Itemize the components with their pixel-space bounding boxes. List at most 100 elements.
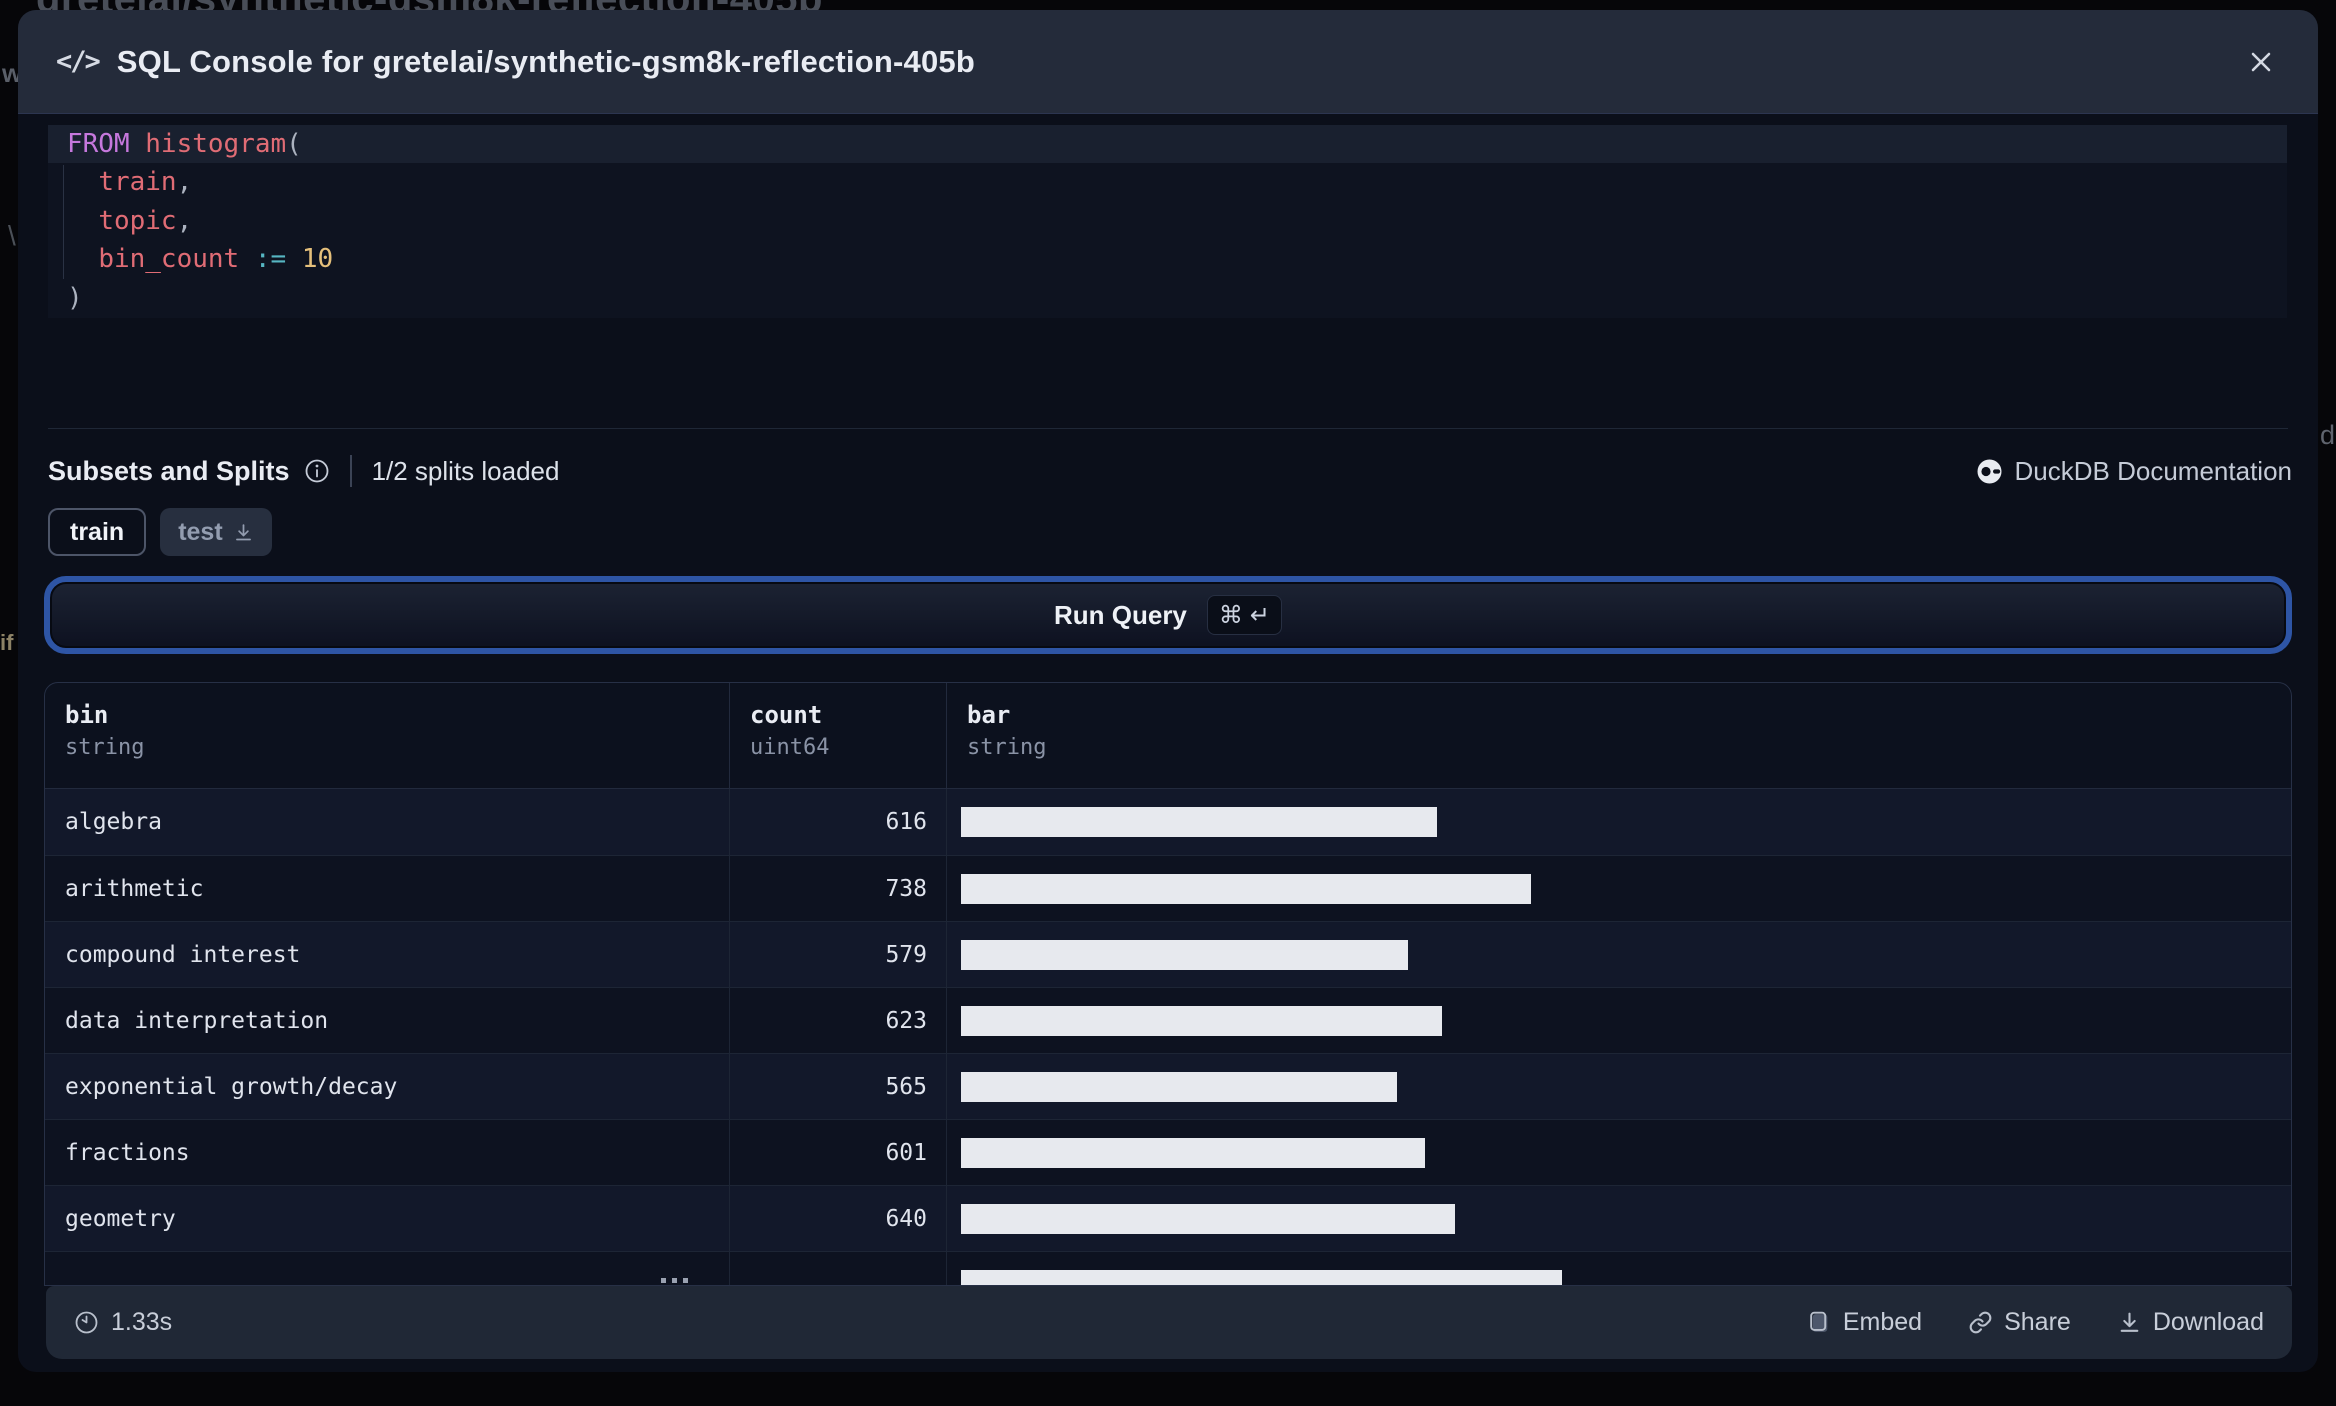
cmd-key-icon: ⌘ (1218, 601, 1243, 629)
column-type: string (65, 735, 145, 760)
action-label: Embed (1842, 1308, 1923, 1336)
splits-loaded-status: 1/2 splits loaded (371, 455, 560, 486)
bin-cell: exponential growth/decay (65, 1073, 398, 1100)
bar-rect (961, 1071, 1397, 1102)
bin-cell: compound interest (65, 941, 301, 968)
bar-cell (946, 1120, 2291, 1185)
background-text-fragment: d (2320, 420, 2336, 450)
sql-console-modal: </> SQL Console for gretelai/synthetic-g… (18, 10, 2318, 1372)
clock-icon (75, 1311, 98, 1334)
close-icon[interactable] (2244, 45, 2278, 79)
table-row: fractions 601 (45, 1119, 2291, 1185)
modal-title: SQL Console for gretelai/synthetic-gsm8k… (116, 43, 975, 79)
column-name: bin (65, 701, 109, 729)
code-line: train, (48, 163, 2287, 201)
split-label: train (70, 517, 125, 546)
keyboard-shortcut: ⌘ ↵ (1206, 595, 1283, 635)
indent-guide (63, 165, 64, 279)
query-duration: 1.33s (74, 1308, 172, 1337)
embed-button[interactable]: Embed (1807, 1308, 1922, 1337)
bar-rect (961, 1269, 1562, 1285)
bin-cell: algebra (65, 809, 162, 835)
count-cell: 616 (729, 789, 946, 855)
table-row: arithmetic 738 (45, 855, 2291, 921)
share-button[interactable]: Share (1968, 1308, 2071, 1337)
run-query-button[interactable]: Run Query ⌘ ↵ (44, 576, 2292, 654)
code-token: ( (286, 129, 302, 159)
column-header-bin: bin string (45, 683, 729, 788)
code-token: histogram (145, 129, 287, 159)
bar-rect (961, 873, 1531, 904)
splits-row: train test (48, 508, 272, 556)
clipped-count-digits (661, 1278, 688, 1283)
bar-cell (946, 789, 2291, 855)
bar-cell (946, 988, 2291, 1053)
count-cell: 601 (729, 1120, 946, 1185)
code-token: topic (98, 205, 177, 236)
split-label: test (178, 517, 223, 546)
code-line: bin_count := 10 (48, 240, 2287, 278)
bar-rect (961, 1203, 1455, 1234)
bin-cell (45, 1252, 729, 1285)
download-button[interactable]: Download (2117, 1308, 2264, 1337)
code-token: , (176, 205, 193, 236)
column-header-count: count uint64 (729, 683, 946, 788)
table-header: bin string count uint64 bar string (45, 683, 2291, 789)
section-divider (48, 428, 2288, 429)
split-button-test[interactable]: test (160, 508, 272, 556)
action-label: Download (2152, 1308, 2264, 1336)
modal-header: </> SQL Console for gretelai/synthetic-g… (18, 10, 2318, 114)
column-name: bar (967, 701, 1011, 729)
bin-cell: geometry (65, 1205, 176, 1232)
count-cell: 640 (729, 1186, 946, 1251)
bar-rect (961, 939, 1408, 970)
duckdb-icon (1977, 459, 2002, 483)
code-token: := (254, 244, 287, 275)
table-row: geometry 640 (45, 1185, 2291, 1251)
background-text-fragment: \ (8, 220, 16, 251)
download-icon (233, 522, 254, 543)
count-cell (729, 1252, 946, 1285)
bin-cell: fractions (65, 1139, 190, 1166)
count-cell: 579 (729, 922, 946, 987)
run-query-label: Run Query (1053, 599, 1187, 630)
code-icon: </> (56, 46, 101, 77)
code-token: FROM (67, 129, 130, 159)
duckdb-doc-label: DuckDB Documentation (2014, 455, 2292, 486)
bar-cell (946, 1186, 2291, 1251)
table-row: algebra 616 (45, 789, 2291, 855)
results-table: bin string count uint64 bar string algebra 616… (44, 682, 2292, 1286)
code-token: train (98, 167, 177, 198)
code-token: ) (67, 282, 83, 313)
code-token: , (176, 167, 193, 198)
duckdb-doc-link[interactable]: DuckDB Documentation (1976, 456, 2292, 487)
column-header-bar: bar string (946, 683, 2291, 788)
bar-cell (946, 856, 2291, 921)
table-row: compound interest 579 (45, 921, 2291, 987)
bin-cell: arithmetic (65, 875, 204, 902)
code-line: FROM histogram( (48, 125, 2287, 164)
split-button-train[interactable]: train (48, 508, 147, 556)
action-label: Share (2004, 1308, 2071, 1336)
table-row: data interpretation 623 (45, 987, 2291, 1053)
table-body: algebra 616 arithmetic 738 compound interest… (45, 789, 2291, 1285)
vertical-separator (349, 455, 352, 487)
table-row-partial (45, 1251, 2291, 1285)
results-footer: 1.33s Embed Share Download (46, 1286, 2292, 1359)
sql-editor[interactable]: FROM histogram( train, topic, bin_count … (48, 125, 2287, 318)
count-cell: 565 (729, 1054, 946, 1119)
bar-rect (961, 1005, 1442, 1036)
count-cell: 623 (729, 988, 946, 1053)
count-cell: 738 (729, 856, 946, 921)
column-type: string (967, 735, 1047, 760)
column-type: uint64 (750, 735, 830, 760)
subsets-title: Subsets and Splits (48, 455, 290, 486)
code-line: ) (48, 279, 2287, 317)
info-icon[interactable] (304, 458, 330, 484)
background-text-fragment: if (0, 630, 14, 655)
bar-cell (946, 1252, 2291, 1285)
